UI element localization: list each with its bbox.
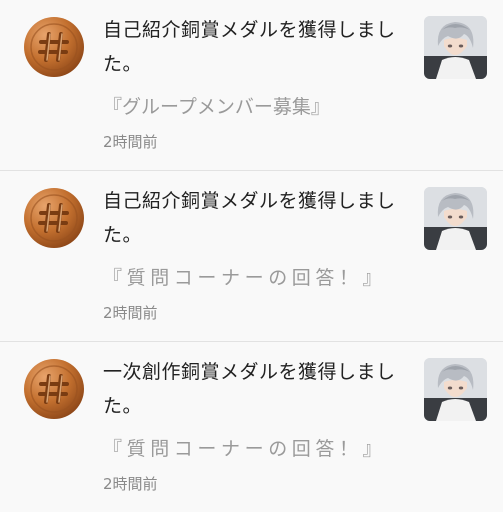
notification-item[interactable]: 自己紹介銅賞メダルを獲得しました。 『質問コーナーの回答！』 2時間前 [0,171,503,342]
notification-title: 一次創作銅賞メダルを獲得しました。 [103,361,396,417]
bronze-medal-icon [23,358,85,420]
notification-time: 2時間前 [103,304,158,322]
notification-subtitle: 『グループメンバー募集』 [103,96,330,118]
notification-title: 自己紹介銅賞メダルを獲得しました。 [103,190,396,246]
notification-subtitle: 『質問コーナーの回答！』 [103,267,387,289]
notification-subtitle: 『質問コーナーの回答！』 [103,438,387,460]
notification-item[interactable]: 自己紹介銅賞メダルを獲得しました。 『グループメンバー募集』 2時間前 [0,0,503,171]
notification-list: 自己紹介銅賞メダルを獲得しました。 『グループメンバー募集』 2時間前 自己紹介… [0,0,503,512]
notification-time: 2時間前 [103,133,158,151]
user-avatar[interactable] [424,358,487,421]
bronze-medal-icon [23,16,85,78]
user-avatar[interactable] [424,187,487,250]
notification-item[interactable]: 一次創作銅賞メダルを獲得しました。 『質問コーナーの回答！』 2時間前 [0,342,503,512]
notification-title: 自己紹介銅賞メダルを獲得しました。 [103,19,396,75]
notification-time: 2時間前 [103,475,158,493]
user-avatar[interactable] [424,16,487,79]
bronze-medal-icon [23,187,85,249]
